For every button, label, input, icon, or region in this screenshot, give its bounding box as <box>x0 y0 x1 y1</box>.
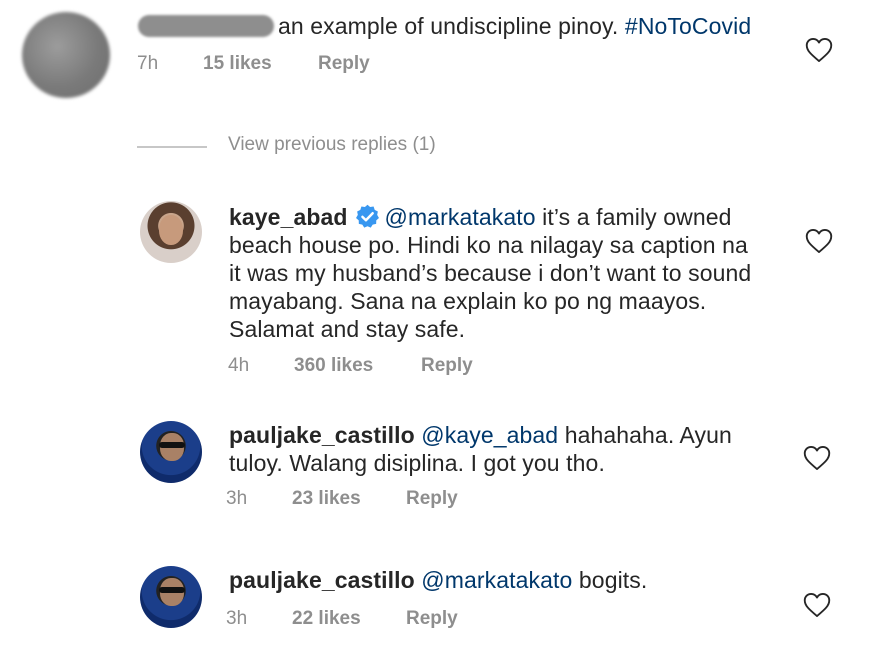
avatar[interactable] <box>140 566 202 628</box>
comment-time: 3h <box>226 608 248 629</box>
avatar[interactable] <box>140 201 202 263</box>
reply-button[interactable]: Reply <box>406 608 458 630</box>
avatar[interactable] <box>22 12 110 98</box>
verified-badge-icon <box>355 204 379 228</box>
reply-button[interactable]: Reply <box>406 488 458 510</box>
comment-meta: 4h 360 likes Reply <box>228 355 528 379</box>
comment-meta: 7h 15 likes Reply <box>137 53 437 77</box>
username[interactable]: pauljake_castillo <box>229 567 415 593</box>
mention-link[interactable]: @kaye_abad <box>421 422 558 448</box>
heart-outline-icon[interactable] <box>803 445 831 471</box>
reply-button[interactable]: Reply <box>318 53 370 75</box>
avatar-face <box>159 215 183 245</box>
comment-line: Salamat and stay safe. <box>229 316 466 342</box>
top-comment: an example of undiscipline pinoy. #NoToC… <box>0 0 873 110</box>
comment-line: tuloy. Walang disiplina. I got you tho. <box>229 450 605 476</box>
heart-outline-icon[interactable] <box>803 592 831 618</box>
comment-meta: 3h 23 likes Reply <box>226 488 526 512</box>
username[interactable]: pauljake_castillo <box>229 422 415 448</box>
heart-outline-icon[interactable] <box>805 37 833 63</box>
avatar[interactable] <box>140 421 202 483</box>
mention-link[interactable]: @markatakato <box>421 567 572 593</box>
comment-time: 7h <box>137 53 159 74</box>
reply-button[interactable]: Reply <box>421 355 473 377</box>
comment-text: kaye_abad @markatakato it’s a family own… <box>229 203 789 343</box>
comment-line: mayabang. Sana na explain ko po ng maayo… <box>229 288 707 314</box>
mention-link[interactable]: @markatakato <box>385 204 536 230</box>
comment-line: it was my husband’s because i don’t want… <box>229 260 752 286</box>
heart-outline-icon[interactable] <box>805 228 833 254</box>
redacted-username <box>138 15 274 37</box>
likes-count[interactable]: 23 likes <box>292 488 361 510</box>
comment-time: 3h <box>226 488 248 509</box>
likes-count[interactable]: 15 likes <box>203 53 272 75</box>
likes-count[interactable]: 360 likes <box>294 355 373 377</box>
comment-time: 4h <box>228 355 250 376</box>
comment-meta: 3h 22 likes Reply <box>226 608 526 632</box>
comment-text: an example of undiscipline pinoy. #NoToC… <box>138 12 751 40</box>
reply-pauljake-castillo-1: pauljake_castillo @kaye_abad hahahaha. A… <box>0 413 873 523</box>
comment-line: beach house po. Hindi ko na nilagay sa c… <box>229 232 748 258</box>
comment-text: pauljake_castillo @markatakato bogits. <box>229 567 648 593</box>
username[interactable]: kaye_abad <box>229 204 348 230</box>
comment-text: pauljake_castillo @kaye_abad hahahaha. A… <box>229 421 789 477</box>
reply-pauljake-castillo-2: pauljake_castillo @markatakato bogits. 3… <box>0 560 873 660</box>
view-previous-replies[interactable]: View previous replies (1) <box>137 134 537 162</box>
likes-count[interactable]: 22 likes <box>292 608 361 630</box>
hashtag-link[interactable]: #NoToCovid <box>625 13 751 39</box>
reply-kaye-abad: kaye_abad @markatakato it’s a family own… <box>0 195 873 395</box>
avatar-glasses <box>159 442 185 448</box>
avatar-glasses <box>159 587 185 593</box>
divider-line <box>137 146 207 148</box>
view-previous-label[interactable]: View previous replies (1) <box>228 134 436 156</box>
